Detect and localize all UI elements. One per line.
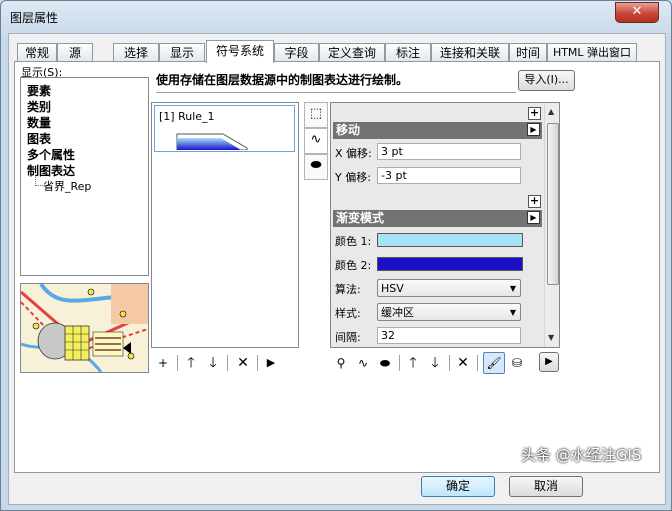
color2-swatch[interactable] (377, 257, 523, 271)
style-select[interactable]: 缓冲区 ▼ (377, 303, 521, 321)
gradient-section-header: 渐变模式 ▶ (333, 210, 542, 227)
scroll-down-icon[interactable]: ▼ (548, 333, 554, 342)
style-value: 缓冲区 (381, 306, 414, 319)
rule-tools: ⬚ ∿ ⬬ (304, 102, 328, 186)
tree-item-representation-rep[interactable]: 省界_Rep (43, 178, 91, 194)
scrollbar-thumb[interactable] (547, 123, 559, 285)
style-label: 样式: (335, 307, 361, 320)
tab-general[interactable]: 常规 (17, 43, 57, 61)
effects-properties-panel: + 移动 ▶ X 偏移: 3 pt Y 偏移: -3 pt + 渐变模式 ▶ 颜… (330, 102, 560, 348)
move-down-icon[interactable]: 🡓 (203, 353, 223, 373)
tree-item-categories[interactable]: 类别 (27, 98, 51, 115)
rules-list: [1] Rule_1 (151, 102, 299, 348)
layer-properties-dialog: 图层属性 ✕ 常规 源 选择 显示 符号系统 字段 定义查询 标注 连接和关联 … (0, 0, 672, 511)
tab-html-popup[interactable]: HTML 弹出窗口 (547, 43, 637, 61)
tab-time[interactable]: 时间 (509, 43, 547, 61)
remove-effect-icon[interactable]: ✕ (453, 353, 473, 373)
title-bar: 图层属性 ✕ (1, 1, 671, 33)
rule-item[interactable]: [1] Rule_1 (154, 105, 295, 152)
algorithm-label: 算法: (335, 283, 361, 296)
chevron-down-icon: ▼ (509, 284, 516, 293)
add-point-effect-icon[interactable]: ⚲ (331, 353, 351, 373)
play-icon[interactable]: ▶ (261, 353, 281, 373)
tab-definition-query[interactable]: 定义查询 (319, 43, 385, 61)
add-effect-icon-2[interactable]: + (528, 195, 541, 208)
scroll-up-icon[interactable]: ▲ (548, 107, 554, 116)
tree-connector (35, 177, 43, 186)
add-polygon-effect-icon[interactable]: ⬬ (375, 353, 395, 373)
watermark: 头条 @水经注GIS (521, 446, 642, 464)
cancel-button[interactable]: 取消 (509, 476, 583, 497)
add-effect-icon[interactable]: + (528, 107, 541, 120)
select-tool-icon[interactable]: ⬚ (304, 102, 328, 128)
line-symbol-icon[interactable]: ∿ (304, 128, 328, 154)
polygon-symbol-icon[interactable]: ⬬ (304, 154, 328, 180)
tab-fields[interactable]: 字段 (274, 43, 319, 61)
dialog-client: 常规 源 选择 显示 符号系统 字段 定义查询 标注 连接和关联 时间 HTML… (8, 33, 666, 505)
interval-field[interactable]: 32 (377, 327, 521, 344)
symbology-preview-image (20, 283, 149, 373)
ok-button[interactable]: 确定 (421, 476, 495, 497)
move-section-title: 移动 (336, 123, 361, 137)
close-icon: ✕ (631, 4, 643, 19)
add-line-effect-icon[interactable]: ∿ (353, 353, 373, 373)
x-offset-label: X 偏移: (335, 147, 372, 160)
tree-item-features[interactable]: 要素 (27, 82, 51, 99)
chevron-down-icon: ▼ (509, 308, 516, 317)
symbology-description: 使用存储在图层数据源中的制图表达进行绘制。 (156, 73, 409, 87)
tab-selection[interactable]: 选择 (113, 43, 159, 61)
remove-rule-icon[interactable]: ✕ (233, 353, 253, 373)
rules-toolbar: + 🡑 🡓 ✕ ▶ (153, 353, 293, 373)
move-section-menu-icon[interactable]: ▶ (527, 123, 540, 136)
tree-item-multiple-attributes[interactable]: 多个属性 (27, 146, 75, 163)
color1-swatch[interactable] (377, 233, 523, 247)
algorithm-value: HSV (381, 282, 404, 295)
properties-scrollbar[interactable]: ▲ ▼ (544, 103, 559, 347)
gradient-section-title: 渐变模式 (336, 211, 385, 225)
gradient-section-menu-icon[interactable]: ▶ (527, 211, 540, 224)
tab-source[interactable]: 源 (57, 43, 93, 61)
database-icon[interactable]: ⛁ (507, 353, 527, 373)
tab-labels[interactable]: 标注 (385, 43, 431, 61)
move-section-header: 移动 ▶ (333, 122, 542, 139)
effect-down-icon[interactable]: 🡓 (425, 353, 445, 373)
add-rule-icon[interactable]: + (153, 353, 173, 373)
tree-item-quantities[interactable]: 数量 (27, 114, 51, 131)
description-divider (156, 92, 516, 93)
y-offset-field[interactable]: -3 pt (377, 167, 521, 184)
color2-label: 颜色 2: (335, 259, 372, 272)
algorithm-select[interactable]: HSV ▼ (377, 279, 521, 297)
close-button[interactable]: ✕ (615, 2, 659, 23)
symbology-panel: 显示(S): 要素 类别 数量 图表 多个属性 制图表达 省界_Rep 使用存储… (14, 61, 660, 473)
color1-label: 颜色 1: (335, 235, 372, 248)
y-offset-label: Y 偏移: (335, 171, 371, 184)
show-tree: 要素 类别 数量 图表 多个属性 制图表达 省界_Rep (20, 77, 149, 276)
tab-joins-relates[interactable]: 连接和关联 (431, 43, 509, 61)
effect-up-icon[interactable]: 🡑 (403, 353, 423, 373)
rule-label: [1] Rule_1 (159, 110, 215, 123)
interval-label: 间隔: (335, 331, 361, 344)
move-up-icon[interactable]: 🡑 (181, 353, 201, 373)
tab-symbology[interactable]: 符号系统 (206, 40, 274, 63)
import-button[interactable]: 导入(I)... (518, 70, 575, 91)
tab-display[interactable]: 显示 (159, 43, 205, 61)
brush-icon[interactable]: 🖌 (483, 352, 505, 374)
effects-toolbar: ⚲ ∿ ⬬ 🡑 🡓 ✕ 🖌 ⛁ ▶ (331, 352, 563, 374)
tree-item-charts[interactable]: 图表 (27, 130, 51, 147)
window-title: 图层属性 (10, 11, 59, 25)
more-options-icon[interactable]: ▶ (539, 352, 559, 372)
rule-symbol-preview (176, 133, 248, 150)
x-offset-field[interactable]: 3 pt (377, 143, 521, 160)
